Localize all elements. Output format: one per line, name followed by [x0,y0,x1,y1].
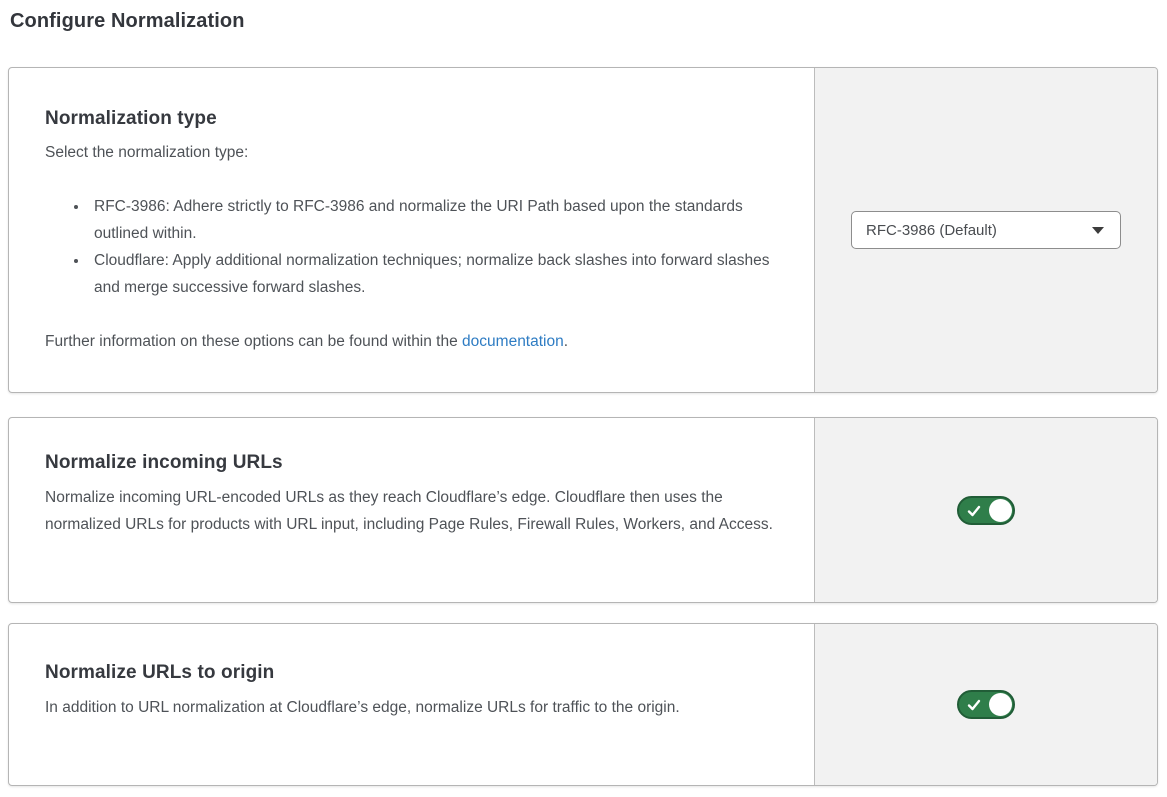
card-footer-text: Further information on these options can… [45,328,774,355]
card-heading: Normalize URLs to origin [45,624,774,684]
card-normalize-incoming-urls-controls [814,418,1157,602]
check-icon [967,698,981,712]
chevron-down-icon [1092,227,1104,234]
card-normalization-type: Normalization type Select the normalizat… [8,67,1158,393]
toggle-knob [989,693,1012,716]
card-description: Normalize incoming URL-encoded URLs as t… [45,484,774,538]
card-normalize-incoming-urls: Normalize incoming URLs Normalize incomi… [8,417,1158,603]
configure-normalization-page: Configure Normalization Normalization ty… [0,0,1167,797]
list-item-cloudflare: Cloudflare: Apply additional normalizati… [89,247,774,301]
card-normalize-incoming-urls-content: Normalize incoming URLs Normalize incomi… [9,418,814,602]
footer-suffix: . [564,333,568,350]
card-intro: Select the normalization type: [45,139,774,166]
dropdown-selected-value: RFC-3986 (Default) [866,222,997,239]
normalization-options-list: RFC-3986: Adhere strictly to RFC-3986 an… [45,193,774,301]
card-normalize-urls-to-origin-content: Normalize URLs to origin In addition to … [9,624,814,785]
normalize-urls-to-origin-toggle[interactable] [957,690,1015,719]
check-icon [967,504,981,518]
page-title: Configure Normalization [10,10,1159,33]
card-normalization-type-content: Normalization type Select the normalizat… [9,68,814,392]
normalization-type-dropdown[interactable]: RFC-3986 (Default) [851,211,1121,249]
card-description: In addition to URL normalization at Clou… [45,694,774,721]
footer-prefix: Further information on these options can… [45,333,462,350]
normalize-incoming-urls-toggle[interactable] [957,496,1015,525]
toggle-knob [989,499,1012,522]
list-item-rfc-3986: RFC-3986: Adhere strictly to RFC-3986 an… [89,193,774,247]
settings-cards: Normalization type Select the normalizat… [8,67,1159,786]
documentation-link[interactable]: documentation [462,333,564,350]
card-normalize-urls-to-origin: Normalize URLs to origin In addition to … [8,623,1158,786]
card-normalization-type-controls: RFC-3986 (Default) [814,68,1157,392]
card-heading: Normalization type [45,68,774,130]
card-normalize-urls-to-origin-controls [814,624,1157,785]
card-heading: Normalize incoming URLs [45,418,774,474]
